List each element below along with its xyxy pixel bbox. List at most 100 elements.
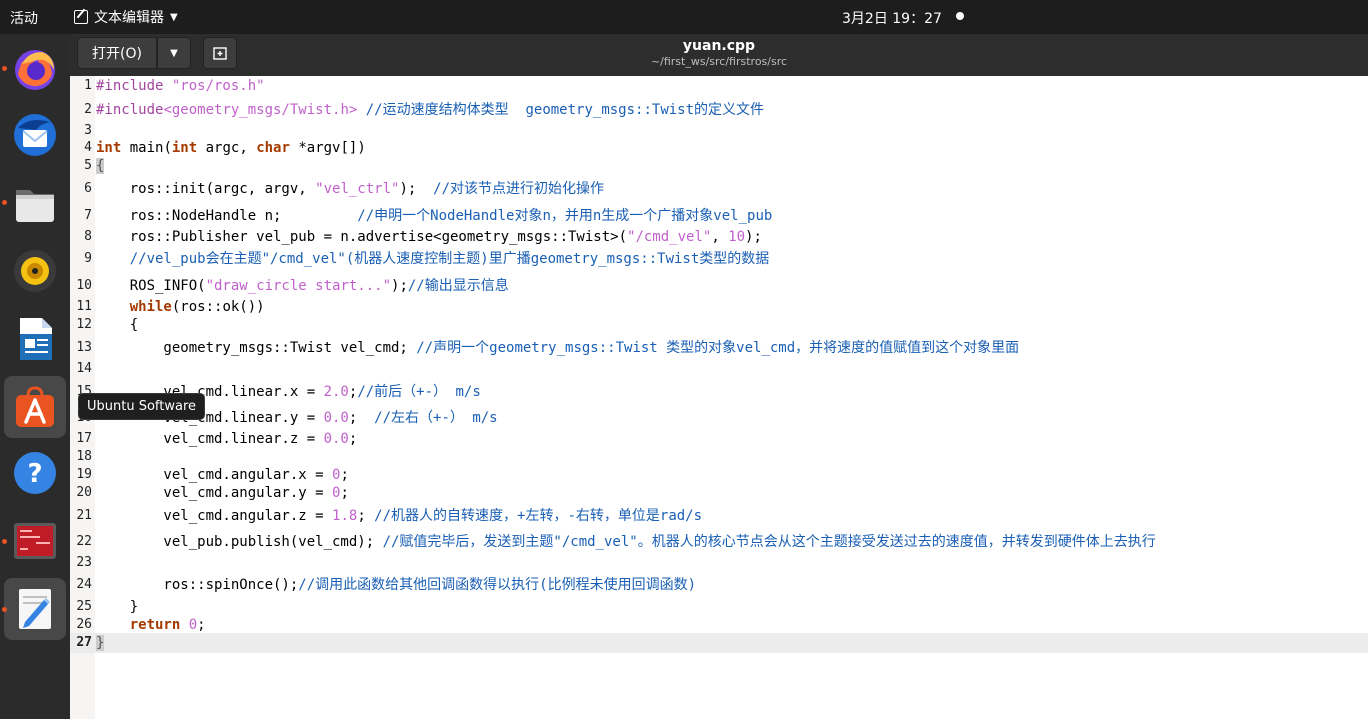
code-line[interactable]: 13 geometry_msgs::Twist vel_cmd; //声明一个g… [70,338,1368,358]
code-line[interactable]: 14 [70,359,1368,379]
dock-item-ubuntu-software[interactable] [4,376,66,438]
code-line[interactable]: 1 #include "ros/ros.h" [70,76,1368,96]
running-indicator [2,66,7,71]
code-text: #include "ros/ros.h" [96,76,265,96]
line-number: 5 [84,158,92,173]
line-number: 2 [84,102,92,117]
code-token: //输出显示信息 [407,278,509,294]
code-text: #include<geometry_msgs/Twist.h> //运动速度结构… [96,100,764,120]
code-line[interactable]: 18 [70,447,1368,467]
dock-item-help[interactable]: ? [4,442,66,504]
code-token: "/cmd_vel" [627,229,712,245]
code-line[interactable]: 19 vel_cmd.angular.x = 0; [70,465,1368,485]
code-text: ros::init(argc, argv, "vel_ctrl"); //对该节… [96,179,604,199]
code-token: { [96,158,105,174]
code-token: while [129,299,172,315]
code-token: { [96,317,139,333]
code-line[interactable]: 25 } [70,597,1368,617]
code-line[interactable]: 23 [70,553,1368,573]
code-line[interactable]: 21 vel_cmd.angular.z = 1.8; //机器人的自转速度，+… [70,506,1368,526]
code-token: //对该节点进行初始化操作 [433,181,605,197]
code-text: vel_cmd.linear.z = 0.0; [96,429,357,449]
code-line[interactable]: 8 ros::Publisher vel_pub = n.advertise<g… [70,227,1368,247]
code-token: //声明一个geometry_msgs::Twist 类型的对象vel_cmd，… [416,340,1020,356]
line-number: 10 [76,278,92,293]
code-line[interactable]: 12 { [70,315,1368,335]
code-line[interactable]: 11 while(ros::ok()) [70,297,1368,317]
code-token: #include [96,78,172,94]
ubuntu-software-icon [16,386,54,427]
code-token: 0.0 [323,410,349,426]
code-line[interactable]: 26 return 0; [70,615,1368,635]
code-text: while(ros::ok()) [96,297,265,317]
code-token: "draw_circle start..." [205,278,392,294]
dock-item-terminal[interactable] [4,510,66,572]
line-number: 6 [84,181,92,196]
code-token: (ros::ok()) [171,299,265,315]
code-token: *argv[]) [289,140,366,156]
line-number: 19 [76,467,92,482]
code-text: } [96,633,105,653]
top-bar: 活动 文本编辑器 ▼ 3月2日 19：27 [0,0,1368,34]
code-line[interactable]: 9 //vel_pub会在主题"/cmd_vel"(机器人速度控制主题)里广播g… [70,249,1368,269]
code-line[interactable]: 27} [70,633,1368,653]
code-line[interactable]: 20 vel_cmd.angular.y = 0; [70,483,1368,503]
clock[interactable]: 3月2日 19：27 [842,8,942,28]
notification-dot-icon [956,12,964,20]
code-line[interactable]: 22 vel_pub.publish(vel_cmd); //赋值完毕后，发送到… [70,532,1368,552]
code-text: vel_cmd.angular.x = 0; [96,465,348,485]
svg-text:?: ? [27,459,42,489]
code-token: //左右（+-） m/s [374,410,498,426]
code-token: 10 [728,229,746,245]
code-line[interactable]: 5{ [70,156,1368,176]
dock-item-rhythmbox[interactable] [4,240,66,302]
code-line[interactable]: 24 ros::spinOnce();//调用此函数给其他回调函数得以执行(比例… [70,575,1368,595]
thunderbird-icon [14,114,56,156]
line-number: 24 [76,577,92,592]
code-token: vel_cmd.angular.z = [96,508,333,524]
code-token: vel_pub.publish(vel_cmd); [96,534,383,550]
dock: ? [0,34,70,719]
activities-button[interactable]: 活动 [10,8,38,28]
caret-down-icon: ▼ [170,11,178,23]
dock-item-firefox[interactable] [4,38,66,100]
dock-item-thunderbird[interactable] [4,104,66,166]
code-text: ros::spinOnce();//调用此函数给其他回调函数得以执行(比例程未使… [96,575,696,595]
code-text: { [96,156,105,176]
code-line[interactable]: 2 #include<geometry_msgs/Twist.h> //运动速度结… [70,100,1368,120]
code-editor[interactable]: 1 #include "ros/ros.h" 2 #include<geometry_… [70,76,1368,719]
code-line[interactable]: 16 vel_cmd.linear.y = 0.0; //左右（+-） m/s [70,408,1368,428]
code-line[interactable]: 4 int main(int argc, char *argv[]) [70,138,1368,158]
dock-tooltip: Ubuntu Software [78,393,206,420]
app-menu[interactable]: 文本编辑器 ▼ [74,7,178,27]
dock-item-files[interactable] [4,172,66,234]
code-token: ; [340,485,349,501]
code-text: ros::Publisher vel_pub = n.advertise<geo… [96,227,762,247]
code-line[interactable]: 7 ros::NodeHandle n; //申明一个NodeHandle对象n… [70,206,1368,226]
code-token: ros::Publisher vel_pub = n.advertise<geo… [96,229,628,245]
code-line[interactable]: 17 vel_cmd.linear.z = 0.0; [70,429,1368,449]
code-token: ); [391,278,408,294]
code-token: //前后（+-） m/s [357,384,481,400]
code-text: vel_pub.publish(vel_cmd); //赋值完毕后，发送到主题"… [96,532,1155,552]
code-text: ros::NodeHandle n; //申明一个NodeHandle对象n，并… [96,206,773,226]
code-token: #include [96,102,164,118]
code-line[interactable]: 10 ROS_INFO("draw_circle start...");//输出… [70,276,1368,296]
code-token: char [256,140,290,156]
line-number: 18 [76,449,92,464]
dock-item-writer[interactable] [4,308,66,370]
dock-item-text-editor[interactable] [4,578,66,640]
code-token: //vel_pub会在主题"/cmd_vel"(机器人速度控制主题)里广播geo… [96,251,770,267]
code-token: ; [357,508,375,524]
files-icon [16,190,54,222]
header-bar: 打开(O) ▼ yuan.cpp ~/first_ws/src/firstros… [70,34,1368,76]
terminal-icon [14,523,56,559]
document-title: yuan.cpp [682,38,756,54]
code-line[interactable]: 15 vel_cmd.linear.x = 2.0;//前后（+-） m/s [70,382,1368,402]
code-line[interactable]: 6 ros::init(argc, argv, "vel_ctrl"); //对… [70,179,1368,199]
text-editor-icon [19,589,51,629]
help-icon: ? [14,452,56,494]
